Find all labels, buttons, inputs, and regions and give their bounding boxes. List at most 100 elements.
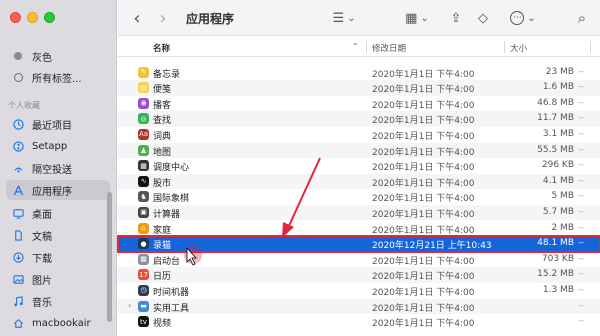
chevron-down-icon: ⌄ — [347, 12, 356, 24]
file-row[interactable]: ▲ 地图 2020年1月1日 下午4:00 55.5 MB -- — [118, 142, 600, 159]
document-icon — [12, 229, 24, 241]
sidebar-item-music[interactable]: 音乐 — [6, 291, 110, 311]
file-date: 2020年1月1日 下午4:00 — [372, 131, 475, 142]
file-size: 4.1 MB — [542, 175, 574, 186]
sidebar-item-downloads[interactable]: 下载 — [6, 247, 110, 267]
share-button[interactable]: ⇪ — [448, 8, 464, 28]
file-row[interactable]: ⌂ 家庭 2020年1月1日 下午4:00 2 MB -- — [118, 221, 600, 237]
sidebar-item-documents[interactable]: 文稿 — [6, 225, 110, 245]
app-icon: ▦ — [138, 253, 149, 265]
file-size: 5.7 MB — [542, 206, 574, 217]
sidebar: 灰色 所有标签... 个人收藏 最近项目 Setapp 隔空投送 应用程序 桌面 — [0, 0, 117, 336]
file-date: 2020年1月1日 下午4:00 — [372, 272, 475, 283]
column-size-header[interactable]: 大小 — [510, 42, 527, 54]
file-kind-dash: -- — [578, 113, 584, 123]
sidebar-item-desktop[interactable]: 桌面 — [6, 203, 110, 223]
grey-dot-icon — [12, 50, 24, 62]
file-kind-dash: -- — [578, 175, 584, 185]
column-divider[interactable] — [590, 41, 591, 53]
file-kind-dash: -- — [578, 253, 584, 263]
sidebar-tag-all[interactable]: 所有标签... — [6, 67, 110, 87]
file-size: 11.7 MB — [537, 113, 574, 124]
chevron-down-icon: ⌄ — [420, 12, 429, 24]
column-date-header[interactable]: 修改日期 — [372, 42, 406, 54]
file-date: 2020年1月1日 下午4:00 — [372, 163, 475, 174]
file-row[interactable]: ∿ 股市 2020年1月1日 下午4:00 4.1 MB -- — [118, 173, 600, 190]
file-row[interactable]: ▣ 计算器 2020年1月1日 下午4:00 5.7 MB -- — [118, 204, 600, 221]
app-icon: ▬ — [138, 300, 149, 312]
column-name-header[interactable]: 名称 — [153, 42, 170, 54]
share-icon: ⇪ — [450, 10, 462, 26]
tag-button[interactable]: ◇ — [474, 8, 492, 28]
file-name: 视频 — [153, 319, 172, 330]
tag-circle-icon — [12, 71, 24, 83]
sidebar-item-label: 灰色 — [32, 52, 52, 64]
search-button[interactable]: ⌕ — [574, 8, 590, 28]
column-header: 名称 ⌃ 修改日期 大小 — [118, 37, 600, 57]
file-size: 1.3 MB — [542, 284, 574, 295]
sidebar-item-airdrop[interactable]: 隔空投送 — [6, 158, 110, 178]
home-icon — [12, 317, 24, 329]
file-row[interactable]: ◉ 播客 2020年1月1日 下午4:00 46.8 MB -- — [118, 96, 600, 112]
column-divider[interactable] — [504, 41, 505, 53]
disclosure-chevron-icon[interactable]: › — [128, 301, 131, 310]
file-row[interactable]: tv 视频 2020年1月1日 下午4:00 -- — [118, 314, 600, 330]
ellipsis-circle-icon: ⋯ — [510, 11, 525, 25]
view-options-button[interactable]: ☰ ⌄ — [330, 8, 358, 28]
sidebar-item-label: 最近项目 — [32, 120, 72, 132]
zoom-window-button[interactable] — [44, 12, 55, 23]
sidebar-item-pictures[interactable]: 图片 — [6, 269, 110, 289]
app-icon: ⌂ — [138, 222, 149, 234]
sidebar-section-favorites: 个人收藏 — [8, 101, 40, 110]
file-size: 15.2 MB — [537, 269, 574, 280]
file-row[interactable]: 17 日历 2020年1月1日 下午4:00 15.2 MB -- — [118, 267, 600, 283]
file-row[interactable]: ♞ 国际象棋 2020年1月1日 下午4:00 5 MB -- — [118, 189, 600, 205]
file-name: 查找 — [153, 116, 172, 127]
file-name: 家庭 — [153, 225, 172, 236]
file-name: 播客 — [153, 100, 172, 111]
sidebar-item-recents[interactable]: 最近项目 — [6, 114, 110, 134]
file-name: 时间机器 — [153, 287, 190, 298]
apps-icon — [12, 184, 24, 196]
sidebar-item-label: 所有标签... — [32, 73, 82, 85]
music-icon — [12, 295, 24, 307]
file-row[interactable]: › ▬ 实用工具 2020年1月1日 下午4:00 -- — [118, 298, 600, 315]
group-button[interactable]: ▦ ⌄ — [402, 8, 432, 28]
file-size: 23 MB — [545, 66, 574, 77]
app-icon: ◎ — [138, 113, 149, 125]
file-row[interactable]: ▦ 启动台 2020年1月1日 下午4:00 703 KB -- — [118, 252, 600, 268]
column-divider[interactable] — [366, 41, 367, 53]
sidebar-tag-grey[interactable]: 灰色 — [6, 46, 110, 66]
app-icon: ∿ — [138, 175, 149, 187]
file-row[interactable]: ▦ 调度中心 2020年1月1日 下午4:00 296 KB -- — [118, 158, 600, 174]
file-row[interactable]: ✎ 备忘录 2020年1月1日 下午4:00 23 MB -- — [118, 65, 600, 81]
minimize-window-button[interactable] — [27, 12, 38, 23]
setapp-icon — [12, 140, 24, 152]
sidebar-item-applications[interactable]: 应用程序 — [6, 180, 110, 200]
file-row[interactable]: ▤ 便笺 2020年1月1日 下午4:00 1.6 MB -- — [118, 80, 600, 96]
file-size: 46.8 MB — [537, 97, 574, 108]
file-kind-dash: -- — [578, 66, 584, 76]
sidebar-item-label: 图片 — [32, 275, 52, 287]
toolbar: ‹ › 应用程序 ☰ ⌄ ▦ ⌄ ⇪ ◇ ⋯ ⌄ ⌕ — [118, 0, 600, 36]
app-icon: ▦ — [138, 160, 149, 172]
file-row[interactable]: ● 录猫 2020年12月21日 上午10:43 48.1 MB -- — [117, 235, 600, 253]
back-button[interactable]: ‹ — [130, 8, 144, 29]
file-row[interactable]: Aa 词典 2020年1月1日 下午4:00 3.1 MB -- — [118, 127, 600, 143]
app-icon: ◉ — [138, 97, 149, 109]
sidebar-scrollbar[interactable] — [107, 192, 112, 322]
sidebar-item-setapp[interactable]: Setapp — [6, 136, 110, 156]
file-date: 2020年1月1日 下午4:00 — [372, 319, 475, 330]
sidebar-item-home[interactable]: macbookair — [6, 313, 110, 333]
sort-chevron-up-icon[interactable]: ⌃ — [352, 42, 359, 51]
file-date: 2020年1月1日 下午4:00 — [372, 303, 475, 314]
file-date: 2020年1月1日 下午4:00 — [372, 178, 475, 189]
file-kind-dash: -- — [578, 128, 584, 138]
forward-button[interactable]: › — [156, 8, 170, 29]
file-row[interactable]: ◷ 时间机器 2020年1月1日 下午4:00 1.3 MB -- — [118, 283, 600, 299]
file-row[interactable]: ◎ 查找 2020年1月1日 下午4:00 11.7 MB -- — [118, 111, 600, 127]
close-window-button[interactable] — [10, 12, 21, 23]
sidebar-item-label: macbookair — [32, 317, 91, 329]
more-actions-button[interactable]: ⋯ ⌄ — [508, 8, 538, 28]
file-kind-dash: -- — [578, 97, 584, 107]
